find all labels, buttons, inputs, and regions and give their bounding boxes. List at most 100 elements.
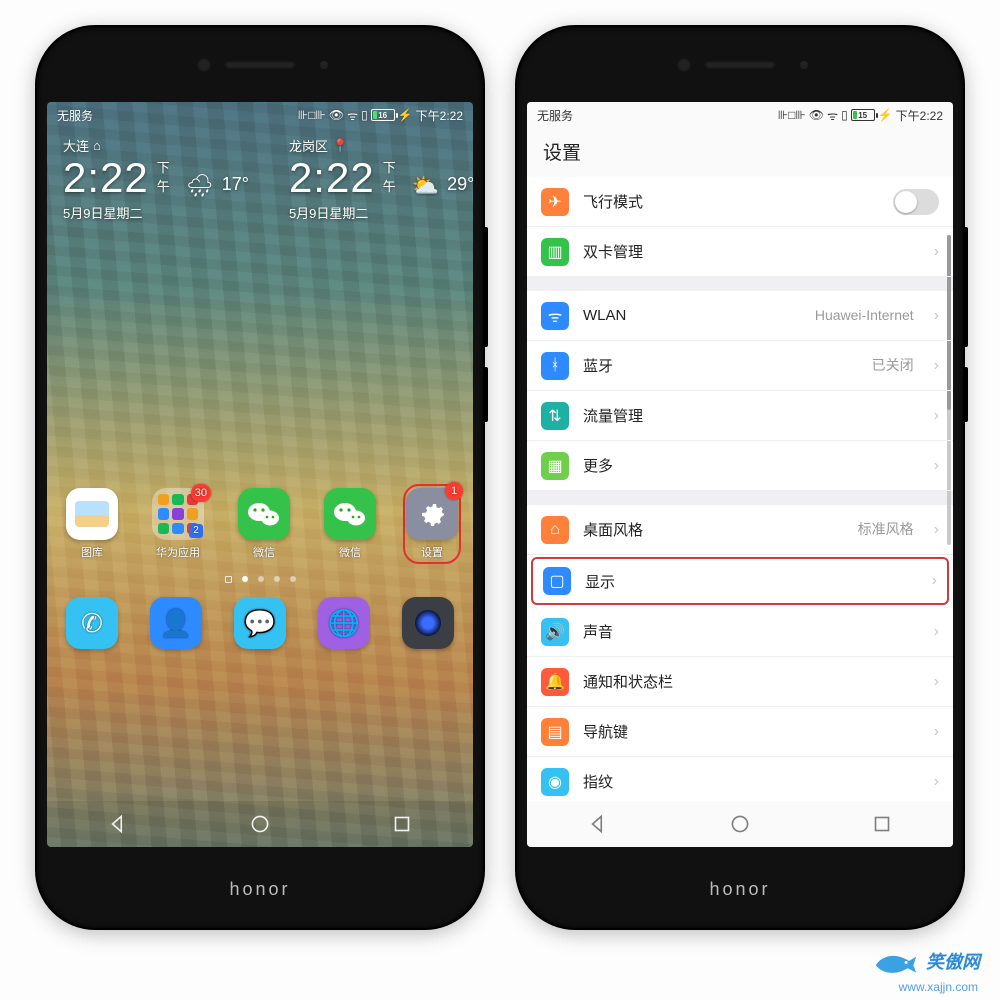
app-chat[interactable]: 💬 — [231, 597, 289, 649]
nav-recent[interactable] — [389, 811, 415, 837]
weather-cloud-icon: ⛅ — [412, 173, 439, 199]
location-icon: 📍 — [332, 138, 348, 154]
app-wechat[interactable]: 微信 — [235, 488, 293, 560]
wifi-icon: ᯤ — [827, 107, 838, 124]
settings-row-navkey[interactable]: ▤导航键› — [527, 707, 953, 757]
nav-home[interactable] — [247, 811, 273, 837]
home-icon: ⌂ — [541, 516, 569, 544]
battery-icon: 15 — [851, 109, 875, 121]
app-gear[interactable]: 1设置 — [403, 484, 461, 564]
contacts-icon: 👤 — [150, 597, 202, 649]
battery-icon: 16 — [371, 109, 395, 121]
status-bar: 无服务 ⊪□⊪ 👁 ᯤ ▯ 15 ⚡ 下午2:22 — [527, 102, 953, 128]
row-label: 桌面风格 — [583, 519, 844, 540]
settings-row-display[interactable]: ▢显示› — [531, 557, 949, 605]
sound-icon: 🔊 — [541, 618, 569, 646]
app-gallery[interactable]: 图库 — [63, 488, 121, 560]
status-carrier: 无服务 — [57, 107, 93, 124]
settings-row-data[interactable]: ⇅流量管理› — [527, 391, 953, 441]
app-globe[interactable]: 🌐 — [315, 597, 373, 649]
settings-row-more[interactable]: ▦ 更多 › — [527, 441, 953, 491]
row-label: 声音 — [583, 621, 914, 642]
chevron-right-icon: › — [934, 407, 939, 425]
app-wechat[interactable]: 微信 — [321, 488, 379, 560]
wechat-icon — [324, 488, 376, 540]
app-label: 微信 — [339, 544, 361, 560]
chevron-right-icon: › — [934, 457, 939, 475]
clock-widget[interactable]: 大连 ⌂ 2:22 下午 🌧 17° 5月9日星期二 龙岗区 📍 — [63, 136, 457, 222]
watermark-url: www.xajjn.com — [899, 980, 978, 994]
chevron-right-icon: › — [934, 723, 939, 741]
wechat-icon — [238, 488, 290, 540]
status-time: 下午2:22 — [416, 107, 463, 124]
settings-row-home[interactable]: ⌂桌面风格标准风格› — [527, 505, 953, 555]
sim-icon: ▯ — [361, 108, 368, 122]
settings-row-plane[interactable]: ✈飞行模式 — [527, 177, 953, 227]
charging-icon: ⚡ — [398, 108, 413, 122]
wifi-icon: ᯤ — [347, 107, 358, 124]
home-icon: ⌂ — [93, 138, 101, 153]
display-icon: ▢ — [543, 567, 571, 595]
shark-icon — [874, 948, 918, 974]
row-value: 已关闭 — [872, 357, 914, 373]
data-icon: ⇅ — [541, 402, 569, 430]
settings-row-bluetooth[interactable]: ᚼ蓝牙已关闭› — [527, 341, 953, 391]
charging-icon: ⚡ — [878, 108, 893, 122]
toggle[interactable] — [893, 189, 939, 215]
globe-icon: 🌐 — [318, 597, 370, 649]
chevron-right-icon: › — [932, 572, 937, 590]
page-title: 设置 — [527, 128, 953, 177]
more-icon: ▦ — [541, 452, 569, 480]
settings-row-wifi[interactable]: ᯤWLANHuawei-Internet› — [527, 291, 953, 341]
app-contacts[interactable]: 👤 — [147, 597, 205, 649]
vibrate-icon: ⊪□⊪ — [298, 108, 326, 122]
nav-recent[interactable] — [869, 811, 895, 837]
status-carrier: 无服务 — [537, 107, 573, 124]
row-value: Huawei-Internet — [815, 307, 914, 323]
row-label: 蓝牙 — [583, 355, 858, 376]
chevron-right-icon: › — [934, 623, 939, 641]
app-folder[interactable]: 302华为应用 — [149, 488, 207, 560]
settings-row-fingerprint[interactable]: ◉指纹› — [527, 757, 953, 807]
nav-home[interactable] — [727, 811, 753, 837]
chevron-right-icon: › — [934, 357, 939, 375]
phone-icon: ✆ — [66, 597, 118, 649]
settings-row-sound[interactable]: 🔊 声音 › — [527, 607, 953, 657]
phone-brand: honor — [517, 847, 963, 932]
chevron-right-icon: › — [934, 307, 939, 325]
nav-bar — [47, 801, 473, 847]
row-label: 双卡管理 — [583, 241, 914, 262]
nav-bar — [527, 801, 953, 847]
row-label: 导航键 — [583, 721, 914, 742]
wifi-icon: ᯤ — [541, 302, 569, 330]
fingerprint-icon: ◉ — [541, 768, 569, 796]
phone-brand: honor — [37, 847, 483, 932]
chevron-right-icon: › — [934, 521, 939, 539]
settings-row-sim[interactable]: ▥ 双卡管理 › — [527, 227, 953, 277]
status-time: 下午2:22 — [896, 107, 943, 124]
settings-screen[interactable]: 无服务 ⊪□⊪ 👁 ᯤ ▯ 15 ⚡ 下午2:22 设置 ✈飞行模式 ▥ 双卡管理 ›… — [527, 102, 953, 847]
watermark: 笑傲网 — [874, 948, 980, 974]
row-label: 通知和状态栏 — [583, 671, 914, 692]
nav-back[interactable] — [105, 811, 131, 837]
chevron-right-icon: › — [934, 773, 939, 791]
eye-icon: 👁 — [809, 108, 824, 122]
vibrate-icon: ⊪□⊪ — [778, 108, 806, 122]
plane-icon: ✈ — [541, 188, 569, 216]
app-label: 华为应用 — [156, 544, 200, 560]
sim-icon: ▥ — [541, 238, 569, 266]
app-label: 图库 — [81, 544, 103, 560]
sim-icon: ▯ — [841, 108, 848, 122]
nav-back[interactable] — [585, 811, 611, 837]
app-label: 微信 — [253, 544, 275, 560]
row-label: 更多 — [583, 455, 914, 476]
weather-rain-icon: 🌧 — [186, 173, 214, 199]
phone-top-bezel — [517, 27, 963, 102]
app-camera[interactable] — [399, 597, 457, 649]
app-phone[interactable]: ✆ — [63, 597, 121, 649]
home-screen[interactable]: 无服务 ⊪□⊪ 👁 ᯤ ▯ 16 ⚡ 下午2:22 大连 ⌂ 2:22 — [47, 102, 473, 847]
page-indicator — [63, 576, 457, 583]
phone-settings: 无服务 ⊪□⊪ 👁 ᯤ ▯ 15 ⚡ 下午2:22 设置 ✈飞行模式 ▥ 双卡管理 ›… — [515, 25, 965, 930]
chevron-right-icon: › — [934, 243, 939, 261]
settings-row-bell[interactable]: 🔔通知和状态栏› — [527, 657, 953, 707]
